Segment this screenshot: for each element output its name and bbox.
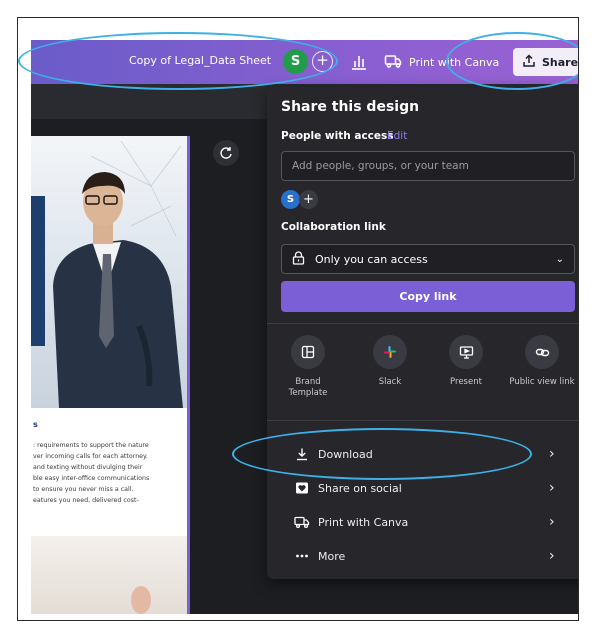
collaboration-link-label: Collaboration link xyxy=(281,221,386,233)
add-collaborator-button[interactable]: + xyxy=(312,51,333,72)
menu-item-download[interactable]: Download › xyxy=(267,439,578,469)
print-with-canva-button[interactable]: Print with Canva xyxy=(384,50,499,74)
add-member-button[interactable]: + xyxy=(299,190,318,209)
insights-icon[interactable] xyxy=(349,52,369,72)
screenshot-frame: Copy of Legal_Data Sheet S + Print with … xyxy=(17,17,579,621)
menu-item-share-on-social[interactable]: Share on social › xyxy=(267,473,578,503)
menu-item-print-with-canva[interactable]: Print with Canva › xyxy=(267,507,578,537)
option-label: Slack xyxy=(378,377,402,387)
option-slack[interactable]: Slack xyxy=(351,335,429,388)
more-icon xyxy=(294,548,310,564)
option-label: Brand Template xyxy=(288,377,328,398)
truck-icon xyxy=(384,53,402,72)
access-level-value: Only you can access xyxy=(315,252,428,266)
chevron-right-icon: › xyxy=(549,548,555,564)
brand-template-icon xyxy=(291,335,325,369)
menu-item-label: Print with Canva xyxy=(318,515,409,529)
rotate-icon[interactable] xyxy=(213,140,239,166)
access-level-select[interactable]: Only you can access ⌄ xyxy=(281,244,575,274)
user-avatar[interactable]: S xyxy=(283,49,308,74)
share-options: Brand Template Slack Present Public view… xyxy=(267,335,578,405)
link-icon xyxy=(525,335,559,369)
chevron-right-icon: › xyxy=(549,446,555,462)
design-page[interactable]: s : requirements to support the nature v… xyxy=(31,136,190,614)
member-avatar[interactable]: S xyxy=(281,190,300,209)
share-upload-icon xyxy=(522,53,536,71)
chevron-right-icon: › xyxy=(549,480,555,496)
edit-access-link[interactable]: Edit xyxy=(387,130,407,142)
secondary-photo xyxy=(31,536,187,614)
share-label: Share xyxy=(541,55,579,69)
menu-item-label: More xyxy=(318,549,346,563)
menu-item-label: Download xyxy=(318,447,373,461)
download-icon xyxy=(294,446,310,462)
section-heading: s xyxy=(33,420,38,429)
chevron-right-icon: › xyxy=(549,514,555,530)
option-label: Public view link xyxy=(509,377,575,387)
menu-item-label: Share on social xyxy=(318,481,402,495)
add-people-input[interactable]: Add people, groups, or your team xyxy=(281,151,575,181)
option-label: Present xyxy=(450,377,482,387)
people-with-access-label: People with access xyxy=(281,130,394,142)
document-title[interactable]: Copy of Legal_Data Sheet xyxy=(129,54,271,67)
editor-header: Copy of Legal_Data Sheet S + Print with … xyxy=(31,40,579,84)
share-panel-title: Share this design xyxy=(281,99,420,115)
chevron-down-icon: ⌄ xyxy=(555,253,564,265)
divider xyxy=(267,420,578,421)
truck-icon xyxy=(294,514,310,530)
copy-link-button[interactable]: Copy link xyxy=(281,281,575,312)
editor-canvas: s : requirements to support the nature v… xyxy=(31,84,578,614)
option-brand-template[interactable]: Brand Template xyxy=(269,335,347,399)
print-label: Print with Canva xyxy=(409,55,500,69)
body-text: : requirements to support the nature ver… xyxy=(33,442,150,504)
share-button[interactable]: Share xyxy=(513,48,579,76)
slack-icon xyxy=(373,335,407,369)
menu-item-more[interactable]: More › xyxy=(267,541,578,571)
heart-icon xyxy=(294,480,310,496)
option-public-view-link[interactable]: Public view link xyxy=(503,335,578,388)
divider xyxy=(267,323,578,324)
share-panel: Share this design People with access Edi… xyxy=(267,87,578,579)
present-icon xyxy=(449,335,483,369)
lock-icon xyxy=(292,250,305,268)
lawyer-photo xyxy=(31,136,187,408)
option-present[interactable]: Present xyxy=(427,335,505,388)
